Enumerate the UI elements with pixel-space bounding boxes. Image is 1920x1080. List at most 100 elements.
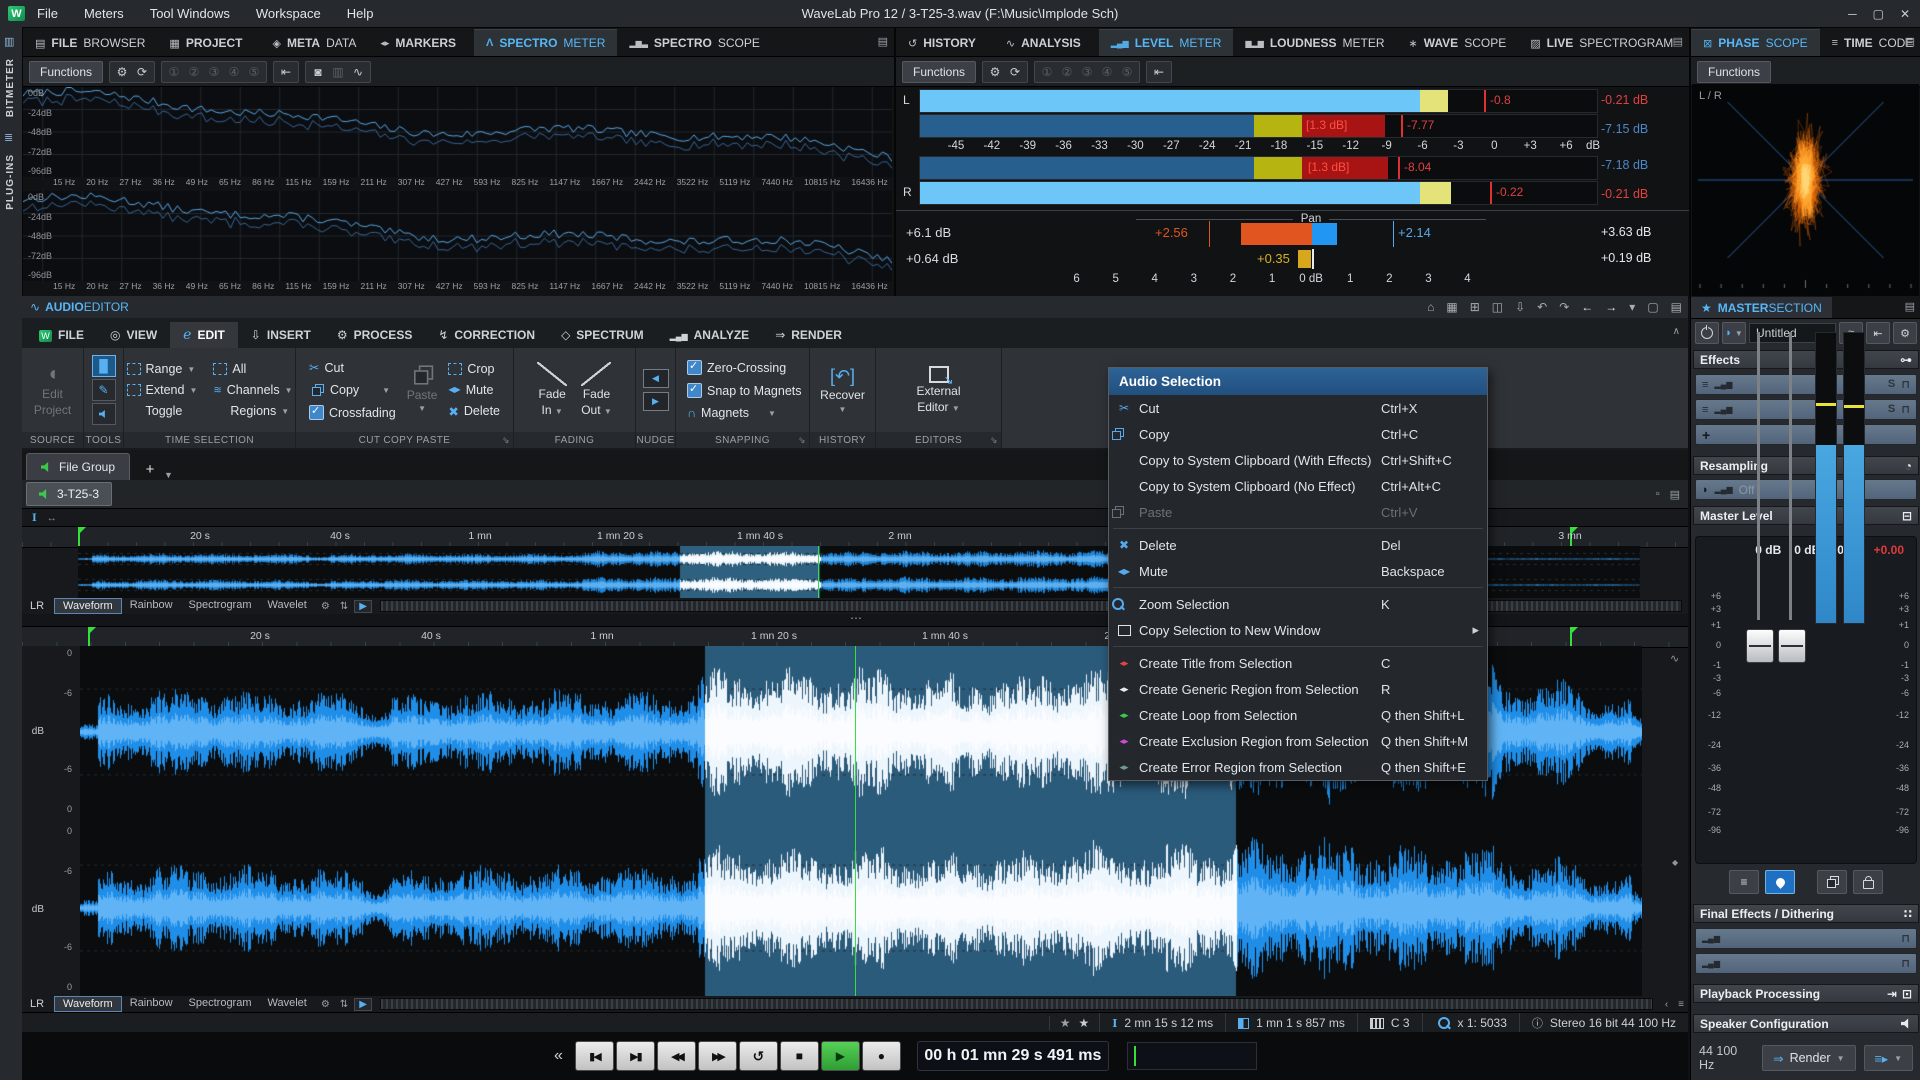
region-marker[interactable]: [1570, 627, 1572, 647]
refresh-icon[interactable]: ⟳: [133, 63, 151, 81]
menu-item[interactable]: Tool Windows: [150, 6, 230, 21]
nudge-left-button[interactable]: ◀: [643, 369, 669, 388]
list-icon[interactable]: ≡: [1674, 999, 1688, 1010]
panel-tab[interactable]: LOUDNESSMETER: [1233, 30, 1396, 56]
zoom-handle-icon[interactable]: ◆: [1672, 858, 1678, 867]
status-item[interactable]: 1 mn 1 s 857 ms: [1225, 1013, 1357, 1033]
ribbon-tab[interactable]: CORRECTION: [425, 322, 548, 348]
recover-button[interactable]: [↶] Recover▼: [820, 366, 865, 414]
home-icon[interactable]: ⌂: [1427, 300, 1434, 314]
sidebar-tab-plugins[interactable]: PLUG-INS: [5, 154, 16, 210]
loop-button[interactable]: [739, 1041, 778, 1071]
paste-button[interactable]: Paste▼: [407, 367, 438, 414]
layout-grid-icon[interactable]: ▦: [1446, 300, 1457, 314]
mute-slot-icon[interactable]: ⊓: [1901, 957, 1910, 970]
reset-master-button[interactable]: ⇤: [1866, 322, 1890, 344]
minimize-button[interactable]: ─: [1848, 7, 1857, 21]
delete-button[interactable]: ✖Delete: [445, 402, 503, 421]
panel-tab[interactable]: PHASESCOPE: [1691, 29, 1820, 56]
favorite-add-icon[interactable]: ★: [1060, 1016, 1071, 1030]
menu-item[interactable]: Help: [347, 6, 374, 21]
ribbon-tab[interactable]: RENDER: [762, 322, 855, 348]
unlock-icon[interactable]: [1853, 870, 1883, 894]
regions-button[interactable]: Regions▼: [210, 402, 295, 420]
fade-out-button[interactable]: Fade Out ▼: [581, 362, 612, 418]
float-file-icon[interactable]: ▫: [1656, 488, 1660, 501]
ribbon-tab[interactable]: SPECTRUM: [548, 322, 657, 348]
panel-tab[interactable]: METADATA: [261, 30, 369, 56]
select-all-button[interactable]: All: [210, 360, 295, 378]
ribbon-tab[interactable]: ANALYZE: [657, 322, 763, 348]
delete-snapshot-icon[interactable]: ▥: [329, 63, 347, 81]
fade-in-button[interactable]: Fade In ▼: [537, 362, 567, 418]
float-panel-icon[interactable]: ▢: [1647, 300, 1658, 314]
maximize-button[interactable]: ▢: [1873, 7, 1884, 21]
channels-button[interactable]: ≋Channels▼: [210, 381, 295, 399]
panel-tab[interactable]: WAVESCOPE: [1397, 30, 1519, 56]
go-to-end-button[interactable]: [616, 1041, 655, 1071]
playback-processing-header[interactable]: Playback Processing⇥⊡: [1693, 984, 1919, 1003]
nav-back-icon[interactable]: ←: [1581, 300, 1593, 314]
mute-button[interactable]: ◀▶Mute: [445, 381, 503, 399]
rewind-button[interactable]: [657, 1041, 696, 1071]
resampling-slot[interactable]: ◗▂▄▆Off: [1695, 479, 1917, 500]
snapshot-icon[interactable]: ◙: [309, 63, 327, 81]
region-marker[interactable]: [88, 627, 90, 647]
file-group-tab[interactable]: File Group: [26, 453, 130, 480]
effect-slot[interactable]: ≡▂▄▆S⊓: [1695, 399, 1917, 420]
master-section-tab[interactable]: ★ MASTERSECTION: [1691, 297, 1832, 318]
go-to-start-button[interactable]: [575, 1041, 614, 1071]
ribbon-tab[interactable]: PROCESS: [324, 322, 425, 348]
snap-to-magnets-checkbox[interactable]: Snap to Magnets: [684, 381, 805, 400]
fader-right[interactable]: [1778, 629, 1806, 663]
functions-button[interactable]: Functions: [1697, 61, 1771, 83]
master-settings-gear-icon[interactable]: ⚙: [1893, 322, 1917, 344]
redo-icon[interactable]: ↷: [1559, 300, 1569, 314]
speaker-configuration-header[interactable]: Speaker Configuration: [1693, 1014, 1919, 1033]
status-item[interactable]: C 3: [1357, 1013, 1422, 1033]
display-curve-icon[interactable]: ∿: [349, 63, 367, 81]
close-button[interactable]: ✕: [1900, 7, 1910, 21]
edit-project-button[interactable]: ◖ Edit Project: [34, 363, 71, 418]
panel-options-icon[interactable]: ▤: [1905, 300, 1915, 313]
context-menu-item[interactable]: [1109, 525, 1487, 532]
ribbon-tab[interactable]: INSERT: [238, 322, 324, 348]
panel-tab[interactable]: LEVELMETER: [1099, 29, 1234, 56]
mute-slot-icon[interactable]: ⊓: [1901, 932, 1910, 945]
view-mode-button[interactable]: Wavelet: [260, 598, 315, 612]
magnets-button[interactable]: ∩Magnets▼: [684, 404, 779, 422]
preset-button[interactable]: ◗▼: [1722, 322, 1746, 344]
panel-tab[interactable]: ANALYSIS: [994, 30, 1099, 56]
file-list-icon[interactable]: ▤: [1670, 488, 1680, 501]
panel-options-icon[interactable]: ▤: [1673, 35, 1683, 48]
zero-crossing-checkbox[interactable]: Zero-Crossing: [684, 358, 789, 377]
view-mode-button[interactable]: Spectrogram: [181, 598, 260, 612]
menu-item[interactable]: Meters: [84, 6, 124, 21]
panel-tab[interactable]: HISTORY: [896, 30, 994, 56]
context-menu-item[interactable]: Create Loop from Selection Q then Shift+…: [1109, 702, 1487, 728]
swap-channels-icon[interactable]: ⇅: [336, 999, 352, 1010]
crop-button[interactable]: Crop: [445, 360, 503, 378]
collapse-transport-icon[interactable]: «: [554, 1047, 563, 1065]
pencil-tool-button[interactable]: ✎: [92, 379, 116, 401]
menu-item[interactable]: File: [37, 6, 58, 21]
nav-dropdown-icon[interactable]: ▾: [1629, 300, 1635, 314]
render-options-button[interactable]: ≡▸▼: [1864, 1045, 1914, 1071]
vertical-zoom-strip[interactable]: ∿ ◆: [1664, 648, 1688, 994]
solo-icon[interactable]: S: [1888, 378, 1895, 391]
context-menu-item[interactable]: Cut Ctrl+X: [1109, 395, 1487, 421]
power-button[interactable]: [1695, 322, 1719, 344]
extend-button[interactable]: Extend▼: [124, 381, 201, 399]
dialog-launcher-icon[interactable]: ⇘: [798, 435, 806, 446]
context-menu-item[interactable]: Copy to System Clipboard (No Effect) Ctr…: [1109, 473, 1487, 499]
effect-slot[interactable]: ≡▂▄▆S⊓: [1695, 374, 1917, 395]
preset-3-icon[interactable]: ③: [205, 63, 223, 81]
nav-forward-icon[interactable]: →: [1605, 300, 1617, 314]
view-mode-button[interactable]: Waveform: [54, 598, 122, 614]
dialog-launcher-icon[interactable]: ⇘: [502, 435, 510, 446]
panel-options-icon[interactable]: ▤: [878, 35, 888, 48]
range-button[interactable]: Range▼: [124, 360, 201, 378]
menu-item[interactable]: Workspace: [256, 6, 321, 21]
view-mode-button[interactable]: Spectrogram: [181, 996, 260, 1010]
external-editor-button[interactable]: ↘ External Editor ▼: [916, 366, 960, 415]
